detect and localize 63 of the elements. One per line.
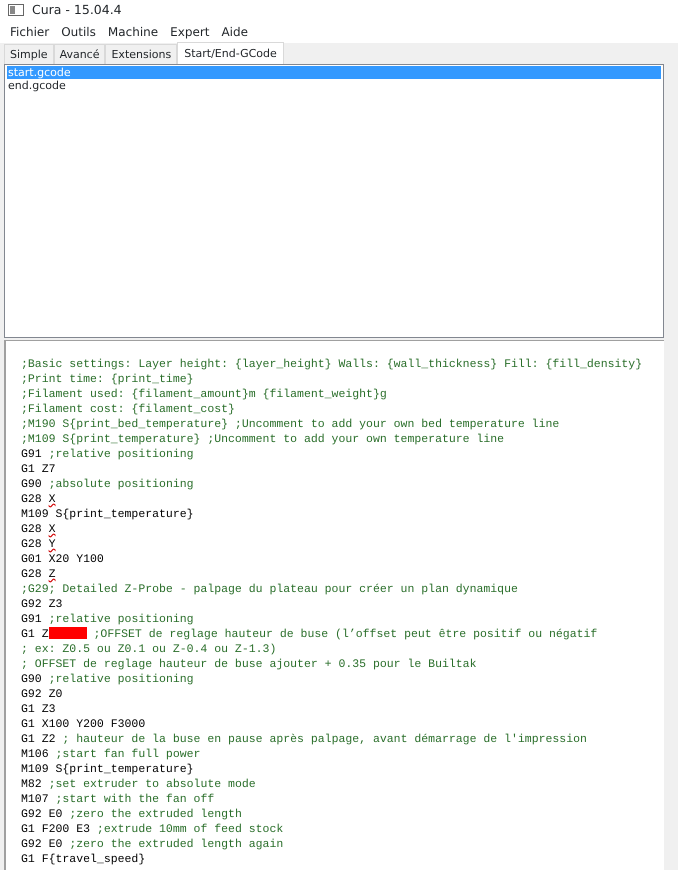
code-comment: ;Filament cost: {filament_cost}	[21, 403, 235, 416]
code-text: G28	[21, 538, 42, 551]
code-comment: ; OFFSET de reglage hauteur de buse ajouter + 0.35 pour le Builtak	[21, 658, 476, 671]
code-comment: ;zero the extruded length	[69, 808, 242, 821]
code-text: G90	[21, 673, 42, 686]
menu-item[interactable]: Outils	[55, 22, 102, 40]
code-comment: ;M190 S{print_bed_temperature} ;Uncomment to add your own bed temperature line	[21, 418, 560, 431]
tab[interactable]: Extensions	[105, 44, 178, 64]
app-icon	[8, 4, 24, 16]
code-comment: ;OFFSET de reglage hauteur de buse (l’offset peut être positif ou négatif	[94, 628, 598, 641]
code-text: M106	[21, 748, 49, 761]
menu-item[interactable]: Expert	[164, 22, 216, 40]
code-comment: ;set extruder to absolute mode	[48, 778, 256, 791]
code-text: X	[48, 523, 56, 536]
tab[interactable]: Start/End-GCode	[177, 42, 284, 64]
code-comment: ;relative positioning	[48, 613, 194, 626]
tab[interactable]: Simple	[4, 44, 54, 64]
code-comment: ;relative positioning	[48, 673, 194, 686]
code-editor[interactable]	[4, 340, 664, 870]
code-comment: ;start with the fan off	[56, 793, 214, 806]
window-title: Cura - 15.04.4	[32, 0, 122, 19]
code-text: M109 S{print_temperature}	[21, 763, 194, 776]
code-text: G28	[21, 568, 42, 581]
code-comment: ;extrude 10mm of feed stock	[96, 823, 284, 836]
menu-item[interactable]: Machine	[102, 22, 164, 40]
code-text: G01 X20 Y100	[21, 553, 104, 566]
code-text: Y	[48, 538, 56, 551]
code-text: M82	[21, 778, 42, 791]
code-text: M107	[21, 793, 49, 806]
code-text: M109 S{print_temperature}	[21, 508, 194, 521]
file-list-item[interactable]: end.gcode	[7, 79, 661, 92]
code-text: G92 Z3	[21, 598, 62, 611]
code-text: G91	[21, 613, 42, 626]
code-comment: ; ex: Z0.5 ou Z0.1 ou Z-0.4 ou Z-1.3)	[21, 643, 276, 656]
code-text: G1 F200 E3	[21, 823, 90, 836]
code-comment: ;zero the extruded length again	[69, 838, 284, 851]
code-text: G1 F{travel_speed}	[21, 853, 146, 866]
code-text: G1 Z3	[21, 703, 56, 716]
code-text: X	[48, 493, 56, 506]
code-comment: ;relative positioning	[48, 448, 194, 461]
code-comment: ;Basic settings: Layer height: {layer_height} Walls: {wall_thickness} Fill: {fill_density}	[21, 358, 642, 371]
menu-item[interactable]: Fichier	[4, 22, 56, 40]
code-comment: ; hauteur de la buse en pause après palpage, avant démarrage de l'impression	[62, 733, 587, 746]
code-text: G92 E0	[21, 808, 62, 821]
code-text: G28	[21, 523, 42, 536]
code-text: G28	[21, 493, 42, 506]
code-text: G90	[21, 478, 42, 491]
code-text: G92 Z0	[21, 688, 62, 701]
tab[interactable]: Avancé	[54, 44, 106, 64]
code-comment: ;Print time: {print_time}	[21, 373, 194, 386]
code-comment: ;absolute positioning	[48, 478, 194, 491]
code-comment: ;start fan full power	[56, 748, 200, 761]
code-text: G1 X100 Y200 F3000	[21, 718, 146, 731]
code-comment: ;Filament used: {filament_amount}m {filament_weight}g	[21, 388, 387, 401]
code-text: G1 Z	[21, 628, 49, 641]
code-text: G1 Z2	[21, 733, 56, 746]
code-text: Z	[48, 568, 56, 581]
menu-item[interactable]: Aide	[215, 22, 254, 40]
code-text: G92 E0	[21, 838, 62, 851]
code-text: G91	[21, 448, 42, 461]
code-comment: ;M109 S{print_temperature} ;Uncomment to add your own temperature line	[21, 433, 504, 446]
code-text: G1 Z7	[21, 463, 56, 476]
code-comment: ;G29; Detailed Z-Probe - palpage du plateau pour créer un plan dynamique	[21, 583, 518, 596]
